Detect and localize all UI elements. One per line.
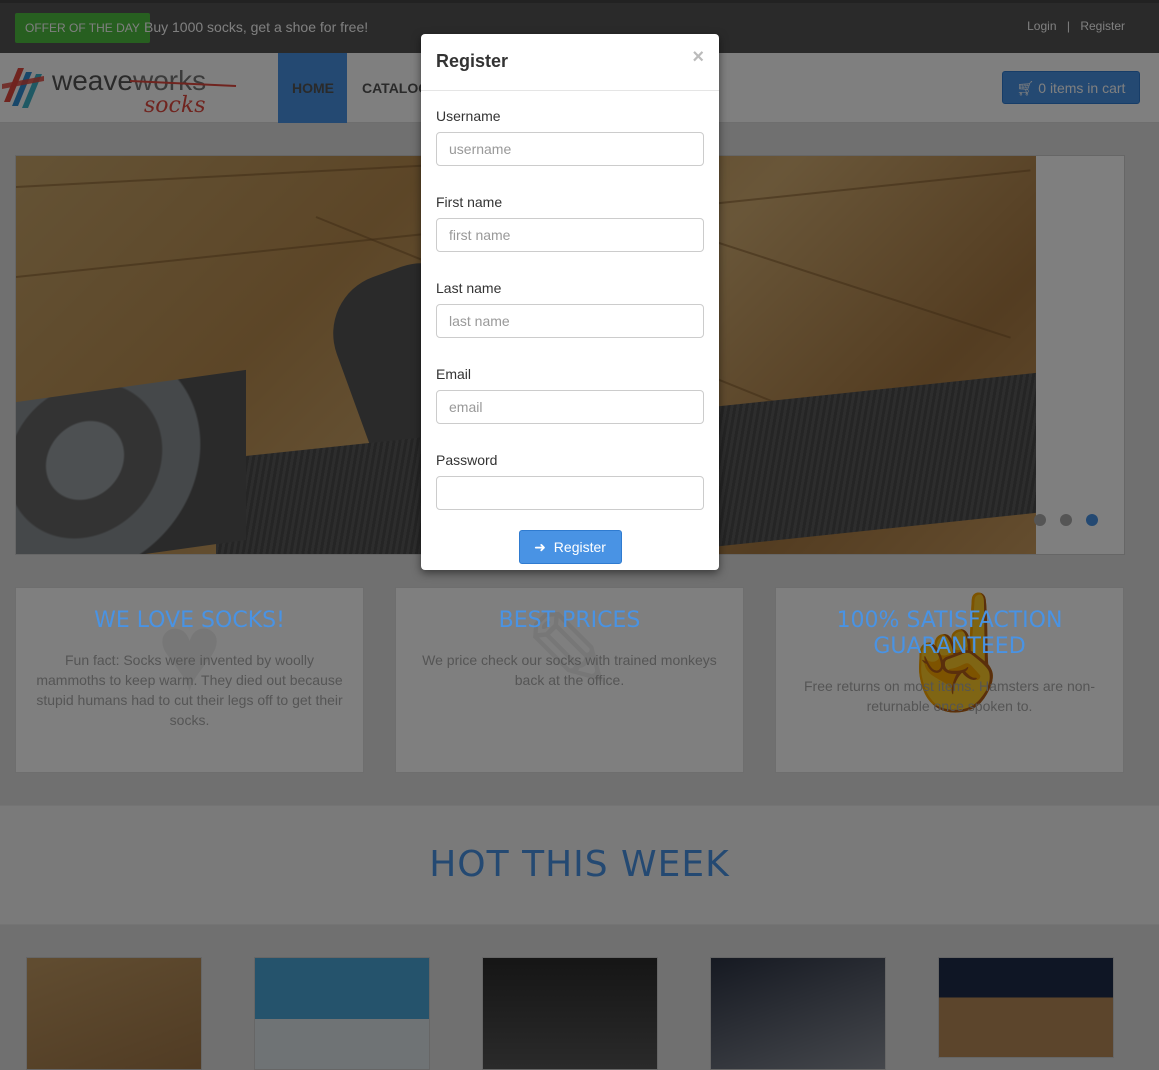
close-icon[interactable]: × <box>692 46 704 69</box>
register-submit-label: Register <box>553 538 606 555</box>
last-name-label: Last name <box>436 280 502 296</box>
first-name-field[interactable] <box>436 218 704 252</box>
email-field[interactable] <box>436 390 704 424</box>
password-label: Password <box>436 452 498 468</box>
feature-title: BEST PRICES <box>498 608 641 633</box>
feature-text: We price check our socks with trained mo… <box>422 652 717 688</box>
last-name-field[interactable] <box>436 304 704 338</box>
feature-text: Free returns on most items. Hamsters are… <box>804 678 1095 714</box>
sign-in-icon: ➜ <box>534 538 546 555</box>
password-field[interactable] <box>436 476 704 510</box>
username-field[interactable] <box>436 132 704 166</box>
email-label: Email <box>436 366 472 382</box>
register-submit-button[interactable]: ➜ Register <box>518 530 622 564</box>
feature-title: 100% SATISFACTION GUARANTEED <box>836 608 1063 659</box>
modal-body: Username First name Last name Email Pass… <box>421 91 719 564</box>
modal-header: Register × <box>421 34 719 91</box>
username-label: Username <box>436 108 501 124</box>
register-modal: Register × Username First name Last name… <box>421 34 719 570</box>
first-name-label: First name <box>436 194 503 210</box>
modal-title: Register <box>436 51 509 71</box>
feature-text: Fun fact: Socks were invented by woolly … <box>36 652 343 728</box>
feature-title: WE LOVE SOCKS! <box>94 608 285 633</box>
